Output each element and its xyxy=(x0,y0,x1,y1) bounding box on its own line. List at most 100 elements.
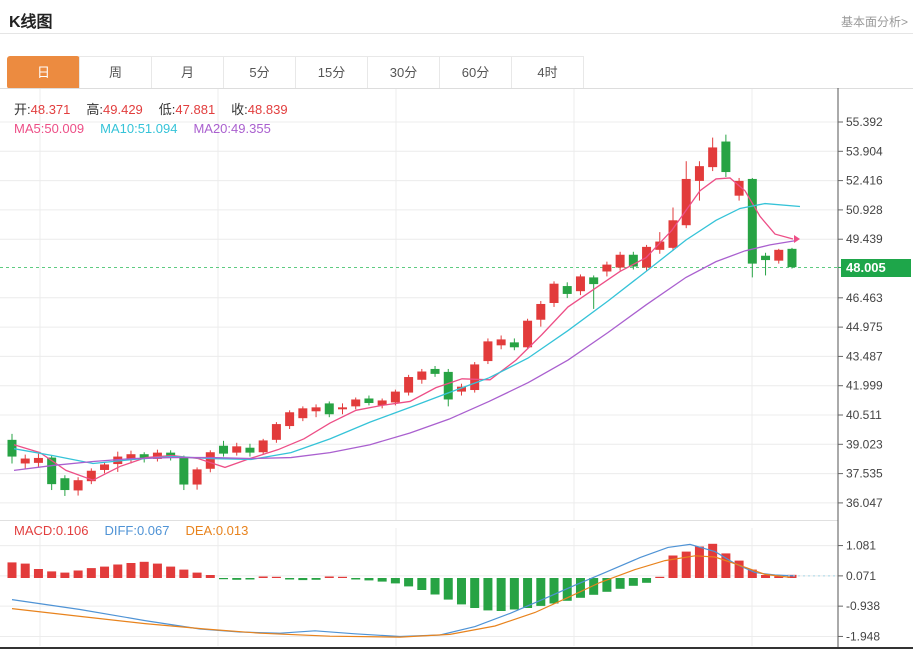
macd-bar xyxy=(259,577,268,579)
macd-bar xyxy=(87,568,96,578)
info-pair: 低:47.881 xyxy=(159,102,215,117)
info-value: 0.067 xyxy=(137,523,170,538)
ma5-arrow-icon xyxy=(794,235,800,243)
axis-label: 41.999 xyxy=(846,379,883,393)
axis-label: 39.023 xyxy=(846,437,883,451)
candle-body xyxy=(47,458,56,485)
candle-body xyxy=(589,277,598,284)
macd-bar xyxy=(219,578,228,579)
macd-bar xyxy=(34,569,43,578)
candle-body xyxy=(259,440,268,452)
macd-bar xyxy=(510,578,519,610)
macd-bar xyxy=(153,564,162,578)
macd-bar xyxy=(629,578,638,586)
macd-bar xyxy=(721,553,730,578)
axis-label: 40.511 xyxy=(846,408,882,422)
candle-body xyxy=(708,147,717,167)
axis-label: 50.928 xyxy=(846,203,883,217)
candle-body xyxy=(682,179,691,225)
macd-bar xyxy=(550,578,559,604)
info-pair: 收:48.839 xyxy=(231,102,287,117)
candle-body xyxy=(523,321,532,348)
macd-bar xyxy=(113,565,122,579)
candle-body xyxy=(179,458,188,485)
axis-label: -0.938 xyxy=(846,599,880,613)
info-pair: MACD:0.106 xyxy=(14,523,88,538)
candle-body xyxy=(576,276,585,291)
candle-body xyxy=(364,398,373,403)
candle-body xyxy=(219,446,228,454)
info-value: 47.881 xyxy=(175,102,215,117)
macd-bar xyxy=(761,575,770,578)
candle-body xyxy=(602,265,611,272)
info-pair: 高:49.429 xyxy=(86,102,142,117)
axis-label: 1.081 xyxy=(846,539,876,553)
macd-bar xyxy=(404,578,413,586)
macd-bar xyxy=(232,578,241,580)
macd-bar xyxy=(457,578,466,604)
info-value: 0.106 xyxy=(56,523,89,538)
macd-bar xyxy=(708,544,717,578)
macd-bar xyxy=(126,563,135,578)
candle-body xyxy=(497,339,506,345)
candle-body xyxy=(232,446,241,452)
candle-body xyxy=(761,256,770,260)
candle-body xyxy=(404,377,413,393)
info-label: 高: xyxy=(86,102,103,117)
candle-body xyxy=(787,249,796,267)
macd-info-row: MACD:0.106 DIFF:0.067 DEA:0.013 xyxy=(14,523,264,538)
info-value: 0.013 xyxy=(216,523,249,538)
ohlc-info-row: 开:48.371 高:49.429 低:47.881 收:48.839 xyxy=(14,99,304,118)
macd-bar xyxy=(21,564,30,578)
macd-bar xyxy=(444,578,453,600)
candle-body xyxy=(245,448,254,453)
macd-bar xyxy=(8,562,17,578)
candle-body xyxy=(312,407,321,411)
candle-body xyxy=(563,286,572,294)
candle-body xyxy=(748,179,757,264)
candle-body xyxy=(8,440,17,457)
macd-bar xyxy=(497,578,506,611)
candle-body xyxy=(721,142,730,173)
macd-bar xyxy=(642,578,651,583)
macd-bar xyxy=(483,578,492,610)
ma10-line xyxy=(14,204,800,464)
candle-body xyxy=(100,464,109,470)
macd-bar xyxy=(616,578,625,589)
candle-body xyxy=(483,341,492,361)
macd-bar xyxy=(378,578,387,582)
info-pair: 开:48.371 xyxy=(14,102,70,117)
candle-body xyxy=(417,372,426,380)
candle-body xyxy=(285,412,294,426)
info-value: 48.839 xyxy=(248,102,288,117)
info-pair: DEA:0.013 xyxy=(185,523,248,538)
axis-label: 49.439 xyxy=(846,232,883,246)
axis-label: 36.047 xyxy=(846,496,883,510)
candle-body xyxy=(34,458,43,463)
macd-bar xyxy=(351,578,360,580)
info-pair: DIFF:0.067 xyxy=(104,523,169,538)
macd-bar xyxy=(272,577,281,578)
macd-bar xyxy=(470,578,479,608)
info-label: MA10: xyxy=(100,121,138,136)
candle-body xyxy=(695,166,704,181)
info-value: 49.355 xyxy=(231,121,271,136)
macd-bar xyxy=(140,562,149,578)
macd-bar xyxy=(695,547,704,579)
candle-body xyxy=(74,480,83,490)
axis-label: 53.904 xyxy=(846,144,883,158)
macd-bar xyxy=(74,571,83,579)
macd-bar xyxy=(245,578,254,580)
info-label: 开: xyxy=(14,102,31,117)
info-value: 49.429 xyxy=(103,102,143,117)
info-value: 48.371 xyxy=(31,102,71,117)
info-label: MA20: xyxy=(193,121,231,136)
macd-bar xyxy=(338,577,347,578)
macd-bar xyxy=(100,567,109,578)
candle-body xyxy=(193,469,202,484)
candle-body xyxy=(60,478,69,490)
info-label: MA5: xyxy=(14,121,44,136)
info-pair: MA5:50.009 xyxy=(14,121,84,136)
candle-body xyxy=(774,250,783,261)
candle-body xyxy=(298,408,307,418)
